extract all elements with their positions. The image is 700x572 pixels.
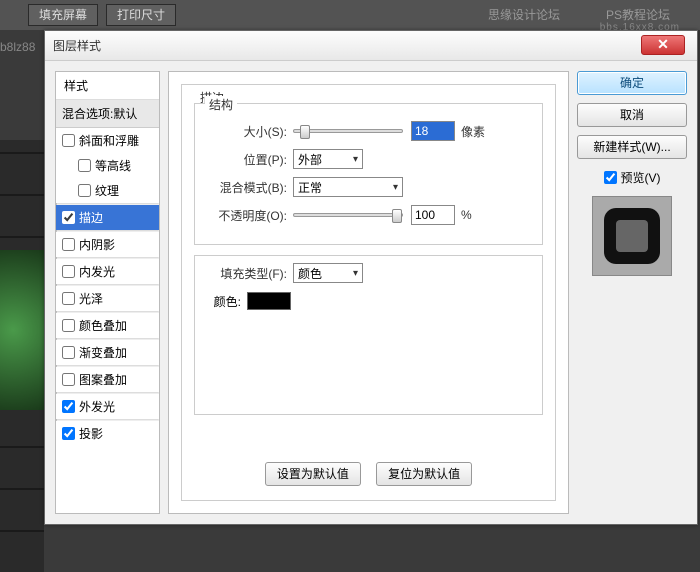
style-item-gradient-overlay[interactable]: 渐变叠加 xyxy=(56,340,159,365)
style-check-satin[interactable] xyxy=(62,292,75,305)
style-label: 纹理 xyxy=(95,182,119,199)
style-check-color-overlay[interactable] xyxy=(62,319,75,332)
style-item-satin[interactable]: 光泽 xyxy=(56,286,159,311)
structure-group: 结构 大小(S): 像素 位置(P): 外部 混合模式(B): 正常 xyxy=(194,103,543,245)
style-item-texture[interactable]: 纹理 xyxy=(56,178,159,203)
preview-checkbox[interactable] xyxy=(604,171,617,184)
styles-list: 样式 混合选项:默认 斜面和浮雕 等高线 纹理 描边 内阴影 xyxy=(55,71,160,514)
style-item-drop-shadow[interactable]: 投影 xyxy=(56,421,159,446)
style-label: 图案叠加 xyxy=(79,371,127,388)
new-style-button[interactable]: 新建样式(W)... xyxy=(577,135,687,159)
preview-checkbox-row[interactable]: 预览(V) xyxy=(577,169,687,186)
style-check-pattern-overlay[interactable] xyxy=(62,373,75,386)
close-button[interactable]: ✕ xyxy=(641,35,685,55)
layer-style-dialog: 图层样式 ✕ 样式 混合选项:默认 斜面和浮雕 等高线 纹理 描边 xyxy=(44,30,698,525)
cancel-button[interactable]: 取消 xyxy=(577,103,687,127)
opacity-input[interactable] xyxy=(411,205,455,225)
dialog-titlebar[interactable]: 图层样式 ✕ xyxy=(45,31,697,61)
style-check-outer-glow[interactable] xyxy=(62,400,75,413)
preview-shape xyxy=(604,208,660,264)
fill-type-label: 填充类型(F): xyxy=(203,265,293,282)
opacity-unit: % xyxy=(461,208,472,222)
size-input[interactable] xyxy=(411,121,455,141)
style-check-drop-shadow[interactable] xyxy=(62,427,75,440)
fill-group: 填充类型(F): 颜色 颜色: xyxy=(194,255,543,415)
opacity-label: 不透明度(O): xyxy=(203,207,293,224)
bg-green-glow xyxy=(0,250,44,410)
blend-mode-combo[interactable]: 正常 xyxy=(293,177,403,197)
settings-panel: 描边 结构 大小(S): 像素 位置(P): 外部 混合模式(B): xyxy=(168,71,569,514)
reset-default-button[interactable]: 复位为默认值 xyxy=(376,462,472,486)
make-default-button[interactable]: 设置为默认值 xyxy=(265,462,361,486)
bg-left-text: b8lz88 xyxy=(0,40,35,54)
style-check-gradient-overlay[interactable] xyxy=(62,346,75,359)
dialog-actions: 确定 取消 新建样式(W)... 预览(V) xyxy=(577,71,687,514)
style-label: 内发光 xyxy=(79,263,115,280)
color-swatch[interactable] xyxy=(247,292,291,310)
preview-label: 预览(V) xyxy=(621,169,661,186)
position-combo[interactable]: 外部 xyxy=(293,149,363,169)
print-size-button[interactable]: 打印尺寸 xyxy=(106,4,176,26)
style-label: 投影 xyxy=(79,425,103,442)
size-label: 大小(S): xyxy=(203,123,293,140)
style-label: 光泽 xyxy=(79,290,103,307)
style-check-contour[interactable] xyxy=(78,159,91,172)
position-label: 位置(P): xyxy=(203,151,293,168)
style-label: 内阴影 xyxy=(79,236,115,253)
style-label: 渐变叠加 xyxy=(79,344,127,361)
fill-type-combo[interactable]: 颜色 xyxy=(293,263,363,283)
style-label: 斜面和浮雕 xyxy=(79,132,139,149)
style-check-inner-glow[interactable] xyxy=(62,265,75,278)
blend-options-default[interactable]: 混合选项:默认 xyxy=(56,100,159,128)
preview-thumbnail xyxy=(592,196,672,276)
style-item-inner-glow[interactable]: 内发光 xyxy=(56,259,159,284)
style-check-bevel[interactable] xyxy=(62,134,75,147)
bg-site-text: 思缘设计论坛 xyxy=(488,6,560,23)
styles-heading[interactable]: 样式 xyxy=(56,72,159,100)
app-toolbar: 填充屏幕 打印尺寸 思缘设计论坛 PS教程论坛 xyxy=(0,0,700,30)
blend-mode-label: 混合模式(B): xyxy=(203,179,293,196)
style-item-inner-shadow[interactable]: 内阴影 xyxy=(56,232,159,257)
style-item-contour[interactable]: 等高线 xyxy=(56,153,159,178)
ok-button[interactable]: 确定 xyxy=(577,71,687,95)
bg-forum-text: PS教程论坛 xyxy=(606,6,670,23)
style-item-bevel[interactable]: 斜面和浮雕 xyxy=(56,128,159,153)
style-item-outer-glow[interactable]: 外发光 xyxy=(56,394,159,419)
structure-legend: 结构 xyxy=(205,96,237,113)
style-label: 等高线 xyxy=(95,157,131,174)
style-label: 外发光 xyxy=(79,398,115,415)
style-label: 描边 xyxy=(79,209,103,226)
style-item-pattern-overlay[interactable]: 图案叠加 xyxy=(56,367,159,392)
style-item-stroke[interactable]: 描边 xyxy=(56,205,159,230)
style-item-color-overlay[interactable]: 颜色叠加 xyxy=(56,313,159,338)
color-label: 颜色: xyxy=(203,293,241,310)
opacity-slider[interactable] xyxy=(293,213,403,217)
fill-screen-button[interactable]: 填充屏幕 xyxy=(28,4,98,26)
style-label: 颜色叠加 xyxy=(79,317,127,334)
style-check-inner-shadow[interactable] xyxy=(62,238,75,251)
style-check-stroke[interactable] xyxy=(62,211,75,224)
size-unit: 像素 xyxy=(461,123,485,140)
dialog-title: 图层样式 xyxy=(53,37,101,54)
style-check-texture[interactable] xyxy=(78,184,91,197)
size-slider[interactable] xyxy=(293,129,403,133)
